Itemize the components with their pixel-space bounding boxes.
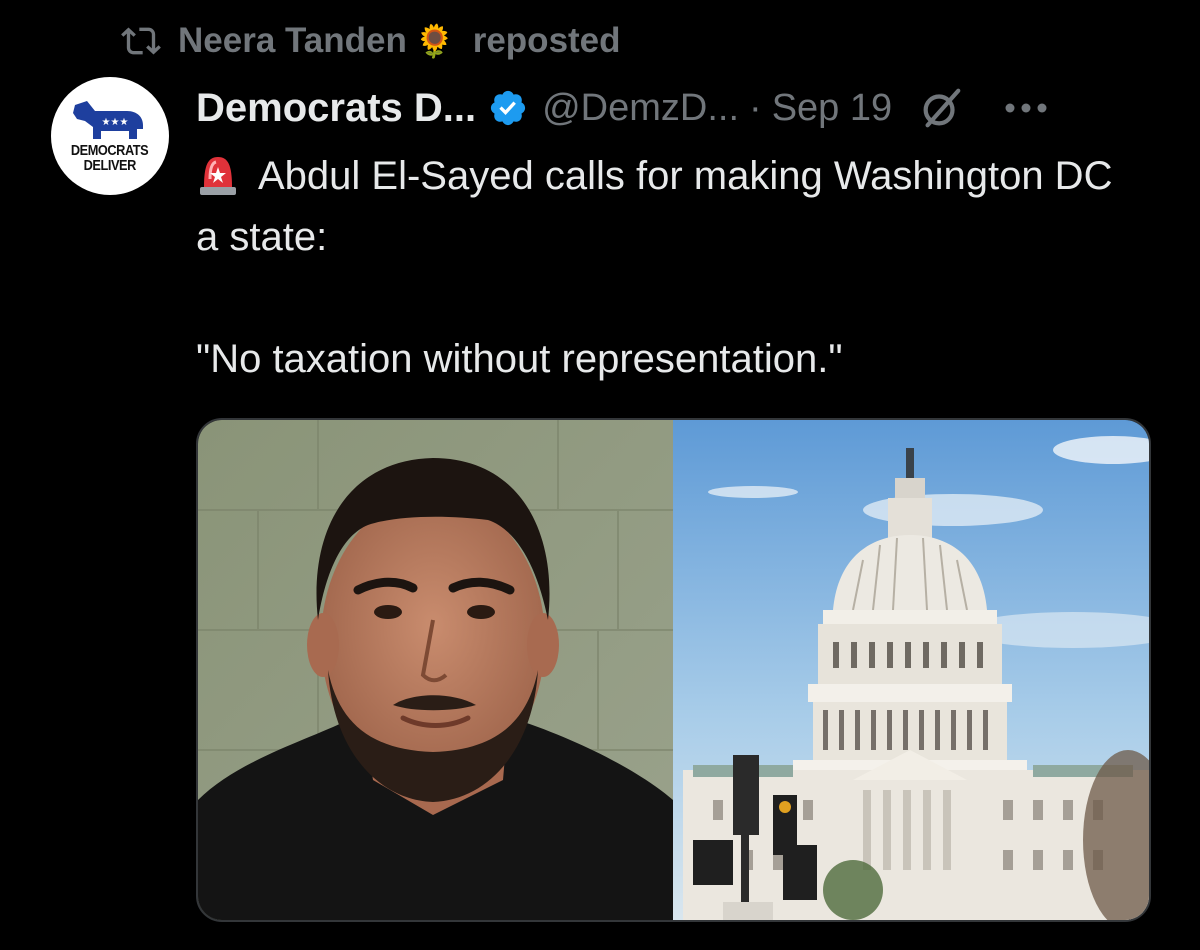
photo-of-man-portrait[interactable] xyxy=(198,420,673,920)
post-text-line1-content: Abdul El-Sayed calls for making Washingt… xyxy=(196,154,1113,259)
sunflower-emoji: 🌻 xyxy=(414,23,455,59)
avatar[interactable]: ★★★ DEMOCRATS DELIVER xyxy=(51,77,169,195)
author-name[interactable]: Democrats D... xyxy=(196,86,476,131)
donkey-logo-icon: ★★★ xyxy=(73,101,143,139)
avatar-text-line1: DEMOCRATS xyxy=(71,142,149,159)
more-icon[interactable] xyxy=(1004,102,1048,114)
post-text: Abdul El-Sayed calls for making Washingt… xyxy=(196,146,1136,390)
post-media[interactable] xyxy=(196,418,1151,922)
author-handle[interactable]: @DemzD... xyxy=(542,87,739,130)
police-light-icon xyxy=(200,157,236,195)
post-text-line2: "No taxation without representation." xyxy=(196,337,843,381)
svg-text:★★★: ★★★ xyxy=(102,117,129,128)
post-date[interactable]: Sep 19 xyxy=(772,87,892,130)
post-text-line1: Abdul El-Sayed calls for making Washingt… xyxy=(196,146,1136,268)
repost-context[interactable]: Neera Tanden 🌻 reposted xyxy=(118,18,621,64)
separator-dot: · xyxy=(749,86,762,129)
post-header: Democrats D... @DemzD... · Sep 19 xyxy=(196,82,1048,134)
reposter-name[interactable]: Neera Tanden xyxy=(178,21,407,61)
verified-badge-icon xyxy=(491,90,526,126)
reposted-label: reposted xyxy=(472,21,621,60)
avatar-text-line2: DELIVER xyxy=(83,157,137,174)
photo-of-us-capitol-building[interactable] xyxy=(673,420,1149,920)
retweet-icon xyxy=(121,27,161,55)
grok-icon[interactable] xyxy=(918,85,964,131)
